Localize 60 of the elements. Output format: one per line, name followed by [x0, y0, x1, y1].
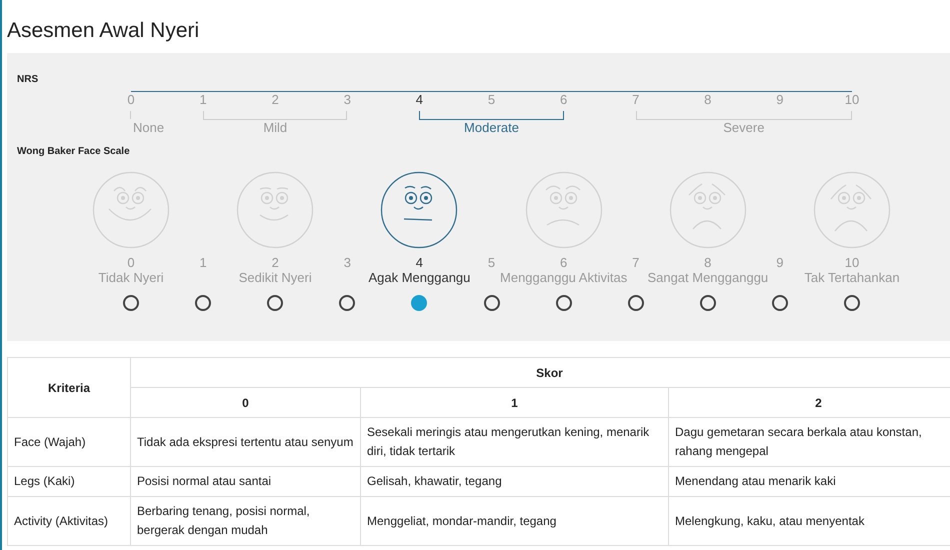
table-header: Kriteria: [8, 358, 130, 418]
table-cell: Posisi normal atau santai: [130, 466, 360, 496]
table-cell: Berbaring tenang, posisi normal, bergerak dengan mudah: [130, 496, 360, 546]
table-header: 1: [360, 388, 668, 418]
table-header: Skor: [130, 358, 950, 388]
radio-button[interactable]: [628, 295, 644, 311]
range-label: Severe: [723, 120, 764, 136]
section-label: NRS: [17, 74, 38, 85]
face-label: Sangat Mengganggu: [647, 270, 768, 287]
face-number: 5: [488, 255, 496, 270]
range-label: Moderate: [464, 120, 519, 136]
radio-button[interactable]: [267, 295, 284, 311]
face-number: 0: [127, 255, 135, 270]
face-number: 4: [416, 255, 424, 270]
face-number: 7: [632, 255, 640, 270]
radio-button[interactable]: [844, 295, 860, 311]
table-cell: Gelisah, khawatir, tegang: [360, 466, 668, 496]
scale-number[interactable]: 10: [844, 92, 860, 107]
face-label: Mengganggu Aktivitas: [500, 270, 628, 287]
table-cell: Activity (Aktivitas): [8, 496, 130, 546]
face-number: 10: [844, 255, 860, 270]
scale-number[interactable]: 3: [344, 92, 351, 107]
face-number: 2: [272, 255, 279, 270]
table-cell: Legs (Kaki): [8, 466, 130, 496]
radio-button[interactable]: [123, 295, 140, 311]
scale-number[interactable]: 2: [272, 92, 279, 107]
scale-number[interactable]: 0: [127, 92, 135, 107]
face-label: Tak Tertahankan: [804, 270, 900, 287]
scale-number[interactable]: 5: [488, 92, 496, 107]
page-title: Asesmen Awal Nyeri: [7, 18, 200, 44]
scale-number[interactable]: 1: [200, 92, 207, 107]
face-number: 1: [200, 255, 207, 270]
scale-number[interactable]: 6: [560, 92, 568, 107]
radio-button[interactable]: [411, 295, 428, 311]
face-number: 9: [776, 255, 784, 270]
face-number: 6: [560, 255, 568, 270]
section-label: Wong Baker Face Scale: [17, 146, 130, 157]
radio-button[interactable]: [484, 295, 500, 311]
table-cell: Tidak ada ekspresi tertentu atau senyum: [130, 418, 360, 466]
face-number: 8: [704, 255, 712, 270]
radio-button[interactable]: [195, 295, 212, 311]
scale-number[interactable]: 4: [416, 92, 424, 107]
table-cell: Sesekali meringis atau mengerutkan kening, menarik diri, tidak tertarik: [360, 418, 668, 466]
radio-button[interactable]: [556, 295, 572, 311]
face-number: 3: [344, 255, 351, 270]
radio-button[interactable]: [772, 295, 788, 311]
face-icon[interactable]: [380, 171, 458, 249]
table-cell: Menggeliat, mondar-mandir, tegang: [360, 496, 668, 546]
range-label: Mild: [263, 120, 288, 136]
face-label: Sedikit Nyeri: [238, 270, 312, 287]
table-cell: Face (Wajah): [8, 418, 130, 466]
scale-number[interactable]: 8: [704, 92, 712, 107]
face-label: Tidak Nyeri: [98, 270, 164, 287]
table-header: 0: [130, 388, 360, 418]
face-label: Agak Menggangu: [368, 270, 470, 287]
radio-button[interactable]: [339, 295, 356, 311]
scale-number[interactable]: 7: [632, 92, 640, 107]
range-label: None: [133, 120, 164, 136]
scale-number[interactable]: 9: [776, 92, 784, 107]
radio-button[interactable]: [700, 295, 716, 311]
